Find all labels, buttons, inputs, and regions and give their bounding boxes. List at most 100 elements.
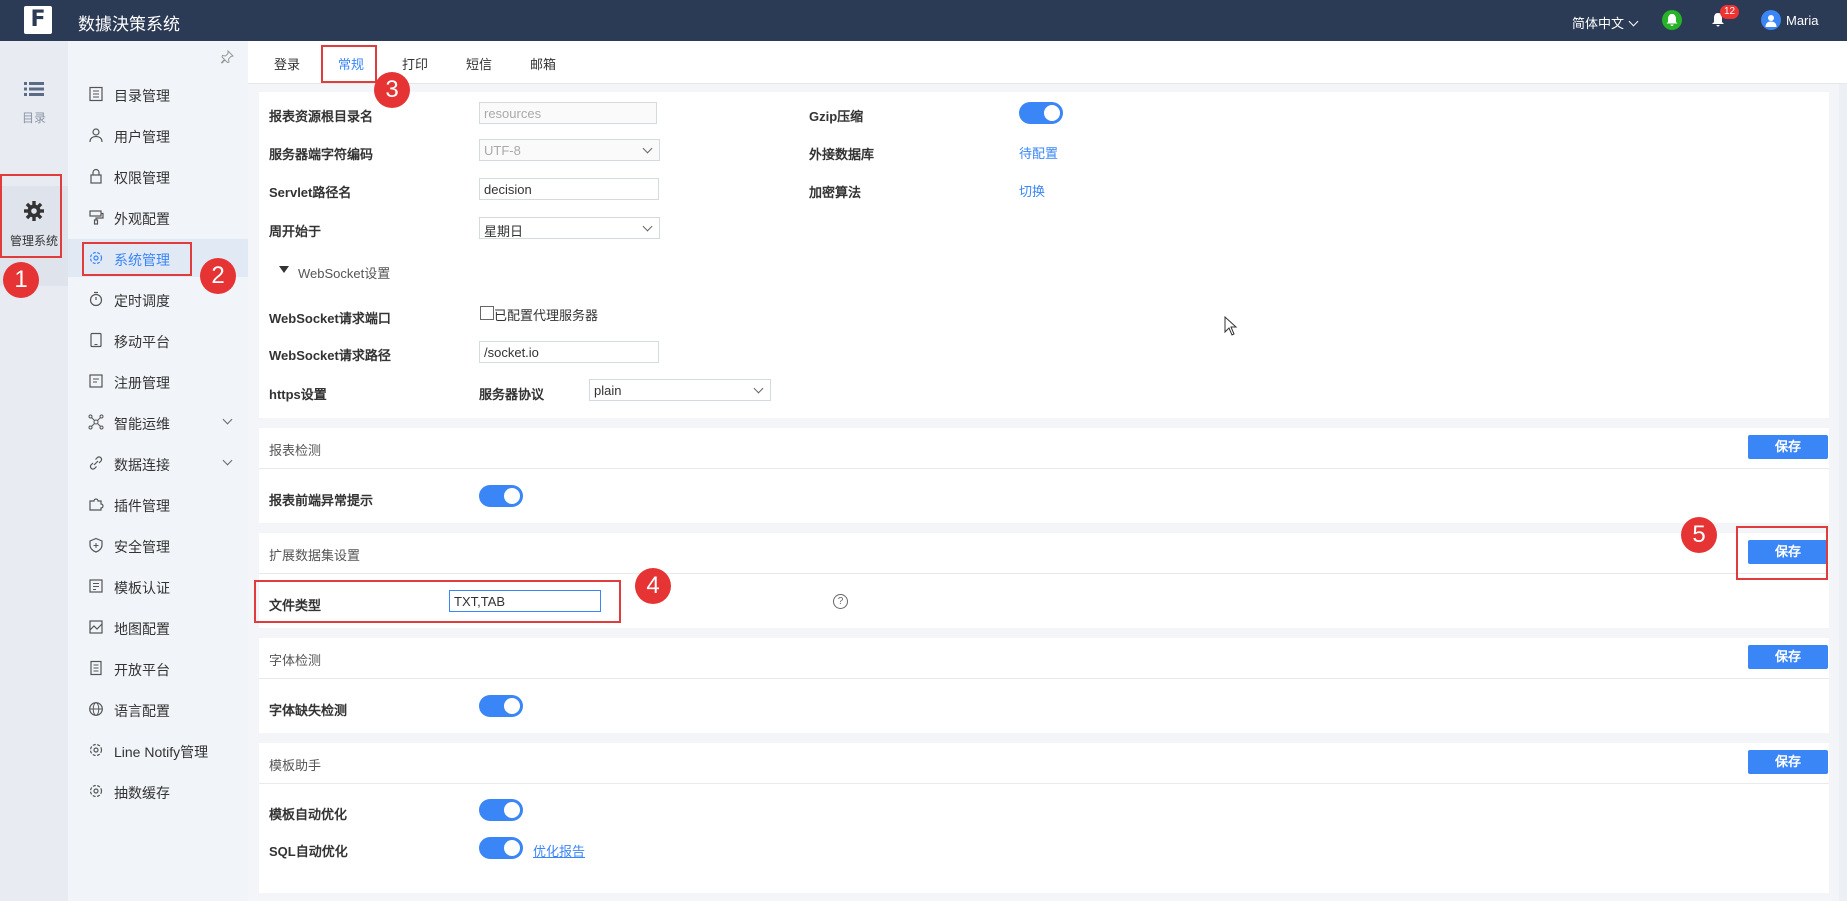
sidebar-item-label: 定时调度	[114, 293, 170, 309]
sidebar-item-users[interactable]: 用户管理	[68, 116, 248, 154]
servlet-label: Servlet路径名	[269, 185, 352, 200]
chevron-down-icon	[1628, 16, 1639, 27]
annotation-box-4	[254, 580, 621, 623]
sidebar-item-label: 移动平台	[114, 334, 170, 350]
annotation-number-4: 4	[635, 568, 671, 604]
encrypt-link[interactable]: 切换	[1019, 181, 1045, 200]
sidebar-item-language[interactable]: 语言配置	[68, 690, 248, 728]
encoding-label: 服务器端字符编码	[269, 147, 374, 162]
annotation-number-3: 3	[374, 72, 410, 108]
ws-port-label: WebSocket请求端口	[269, 311, 391, 326]
sidebar-item-plugins[interactable]: 插件管理	[68, 485, 248, 523]
globe-icon	[89, 702, 103, 716]
sidebar-item-mobile[interactable]: 移动平台	[68, 321, 248, 359]
servlet-input[interactable]: decision	[479, 178, 659, 200]
annotation-box-2	[82, 242, 192, 276]
report-check-panel	[259, 428, 1829, 523]
sql-auto-opt-toggle[interactable]	[479, 837, 523, 859]
register-icon	[89, 374, 103, 388]
ws-path-input[interactable]: /socket.io	[479, 341, 659, 363]
gzip-toggle[interactable]	[1019, 102, 1063, 124]
gear-icon	[89, 743, 103, 757]
template-helper-save-button[interactable]: 保存	[1748, 750, 1828, 774]
tab-sms[interactable]: 短信	[466, 54, 492, 73]
template-auto-opt-toggle[interactable]	[479, 799, 523, 821]
sidebar-item-line-notify[interactable]: Line Notify管理	[68, 731, 248, 769]
sidebar-item-template-auth[interactable]: 模板认证	[68, 567, 248, 605]
ext-db-link[interactable]: 待配置	[1019, 143, 1058, 162]
template-auto-opt-label: 模板自动优化	[269, 807, 348, 822]
annotation-box-5	[1736, 526, 1828, 580]
lock-icon	[90, 168, 102, 184]
sidebar-item-label: 外观配置	[114, 211, 170, 227]
front-error-toggle[interactable]	[479, 485, 523, 507]
help-icon[interactable]: ?	[833, 594, 848, 609]
sidebar-item-appearance[interactable]: 外观配置	[68, 198, 248, 236]
chevron-down-icon	[222, 414, 233, 425]
sidebar-item-open-platform[interactable]: 开放平台	[68, 649, 248, 687]
sidebar-item-label: 用户管理	[114, 129, 170, 145]
chevron-down-icon	[222, 455, 233, 466]
font-missing-toggle[interactable]	[479, 695, 523, 717]
tab-bar: 登录 常规 打印 短信 邮箱	[248, 41, 1847, 84]
ext-db-label: 外接数据库	[809, 147, 875, 162]
tab-login[interactable]: 登录	[274, 54, 300, 73]
sql-auto-opt-label: SQL自动优化	[269, 844, 348, 859]
list-icon	[24, 82, 44, 96]
sidebar-item-catalog[interactable]: 目录管理	[68, 75, 248, 113]
protocol-select[interactable]: plain	[589, 379, 771, 401]
font-check-save-button[interactable]: 保存	[1748, 645, 1828, 669]
sidebar-item-label: 插件管理	[114, 498, 170, 514]
shield-icon	[89, 537, 103, 553]
week-start-label: 周开始于	[269, 224, 322, 239]
sidebar-item-register[interactable]: 注册管理	[68, 362, 248, 400]
divider	[259, 468, 1829, 469]
template-helper-title: 模板助手	[269, 758, 322, 773]
left-rail: 目录 管理系统	[0, 41, 68, 901]
ws-proxy-checkbox[interactable]	[480, 306, 494, 320]
username[interactable]: Maria	[1786, 13, 1819, 28]
sidebar-item-label: 权限管理	[114, 170, 170, 186]
week-start-value: 星期日	[484, 224, 524, 239]
scrollbar[interactable]	[1839, 84, 1847, 901]
encoding-select[interactable]: UTF-8	[479, 139, 660, 161]
rail-directory-label: 目录	[21, 111, 46, 125]
sidebar-item-extract-cache[interactable]: 抽数缓存	[68, 772, 248, 810]
sidebar-item-label: 注册管理	[114, 375, 170, 391]
doc-icon	[90, 660, 102, 676]
divider	[259, 783, 1829, 784]
notification-badge: 12	[1720, 5, 1740, 19]
websocket-section-toggle[interactable]: WebSocket设置	[298, 263, 390, 282]
week-start-select[interactable]: 星期日	[479, 217, 660, 239]
https-label: https设置	[269, 387, 327, 402]
puzzle-icon	[89, 498, 104, 511]
sidebar-item-security[interactable]: 安全管理	[68, 526, 248, 564]
green-bell-icon[interactable]	[1662, 10, 1682, 30]
font-check-title: 字体检测	[269, 653, 322, 668]
chevron-down-icon	[642, 221, 653, 232]
template-icon	[89, 579, 103, 593]
annotation-number-5: 5	[1681, 517, 1717, 553]
sidebar-item-label: 模板认证	[114, 580, 170, 596]
avatar[interactable]	[1761, 10, 1781, 30]
pin-icon[interactable]	[220, 49, 234, 67]
divider	[259, 573, 1829, 574]
optimization-report-link[interactable]: 优化报告	[533, 841, 585, 860]
annotation-box-1	[0, 174, 62, 258]
sidebar-item-ops[interactable]: 智能运维	[68, 403, 248, 441]
protocol-label: 服务器协议	[479, 387, 545, 402]
network-icon	[88, 414, 104, 430]
sidebar-item-label: 安全管理	[114, 539, 170, 555]
sidebar-item-label: Line Notify管理	[114, 744, 209, 760]
sidebar-item-data-connection[interactable]: 数据连接	[68, 444, 248, 482]
language-select[interactable]: 简体中文	[1572, 13, 1639, 32]
root-dir-input[interactable]: resources	[479, 102, 657, 124]
tab-print[interactable]: 打印	[402, 54, 428, 73]
sidebar-item-permissions[interactable]: 权限管理	[68, 157, 248, 195]
report-check-save-button[interactable]: 保存	[1748, 435, 1828, 459]
rail-directory[interactable]: 目录	[0, 81, 68, 126]
tab-email[interactable]: 邮箱	[530, 54, 556, 73]
caret-down-icon[interactable]	[279, 266, 289, 273]
sidebar-item-map[interactable]: 地图配置	[68, 608, 248, 646]
link-icon	[89, 456, 103, 470]
